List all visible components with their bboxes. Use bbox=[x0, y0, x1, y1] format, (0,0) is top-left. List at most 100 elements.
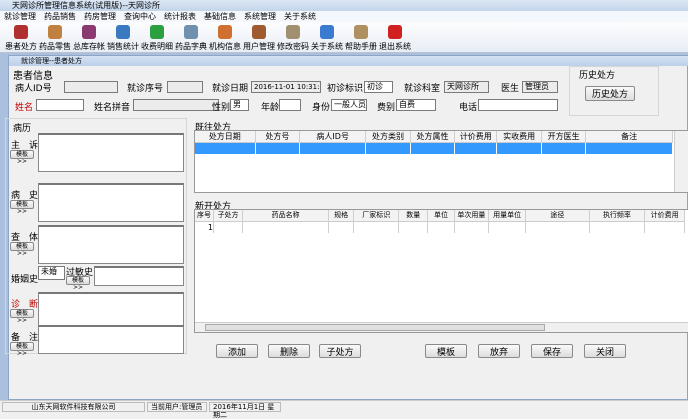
name-field[interactable] bbox=[36, 99, 84, 111]
exam-textarea[interactable] bbox=[38, 225, 184, 264]
column-header[interactable]: 计价费用 bbox=[644, 210, 685, 221]
add-button[interactable]: 添加 bbox=[216, 344, 258, 358]
menu-item[interactable]: 就诊管理 bbox=[0, 11, 40, 22]
column-header[interactable]: 实收费用 bbox=[496, 131, 542, 143]
new-grid-horizontal-scrollbar[interactable] bbox=[195, 322, 688, 332]
table-row-selected[interactable] bbox=[195, 142, 673, 154]
diagnosis-textarea[interactable] bbox=[38, 292, 184, 326]
column-header[interactable]: 执行频率 bbox=[589, 210, 646, 221]
status-user: 当前用户:管理员 bbox=[147, 402, 207, 412]
illness-template-button[interactable]: 模板>> bbox=[10, 200, 34, 215]
column-header[interactable]: 途径 bbox=[525, 210, 590, 221]
menu-bar: 就诊管理 药品销售 药房管理 查询中心 统计报表 基础信息 系统管理 关于系统 bbox=[0, 11, 688, 22]
phone-field[interactable] bbox=[478, 99, 558, 111]
column-header[interactable]: 厂家标识 bbox=[353, 210, 400, 221]
notes-textarea[interactable] bbox=[38, 325, 184, 354]
age-label: 年龄 bbox=[261, 103, 280, 113]
column-header[interactable]: 备注 bbox=[585, 131, 673, 143]
column-header[interactable]: 子处方 bbox=[213, 210, 244, 221]
pinyin-field[interactable] bbox=[133, 99, 219, 111]
column-header[interactable]: 处方类别 bbox=[365, 131, 411, 143]
table-cell[interactable] bbox=[589, 221, 646, 233]
toolbar-button[interactable]: 修改密码 bbox=[276, 22, 310, 53]
toolbar-button[interactable]: 患者处方 bbox=[4, 22, 38, 53]
fee-type-field[interactable]: 自费 bbox=[396, 99, 436, 111]
table-cell[interactable] bbox=[454, 221, 490, 233]
diagnosis-template-button[interactable]: 模板>> bbox=[10, 309, 34, 324]
column-header[interactable]: 单次用量 bbox=[454, 210, 490, 221]
table-cell[interactable] bbox=[427, 221, 455, 233]
question-icon bbox=[320, 25, 334, 39]
column-header[interactable]: 规格 bbox=[328, 210, 355, 221]
illness-textarea[interactable] bbox=[38, 183, 184, 222]
toolbar-button[interactable]: 药品零售 bbox=[38, 22, 72, 53]
toolbar-button[interactable]: 总库存帐 bbox=[72, 22, 106, 53]
column-header[interactable]: 数量 bbox=[398, 210, 429, 221]
toolbar-button[interactable]: 关于系统 bbox=[310, 22, 344, 53]
column-header[interactable]: 单位 bbox=[427, 210, 455, 221]
column-header[interactable]: 病人ID号 bbox=[299, 131, 367, 143]
age-field[interactable] bbox=[279, 99, 301, 111]
column-header[interactable]: 处方日期 bbox=[195, 131, 256, 143]
menu-item[interactable]: 查询中心 bbox=[120, 11, 160, 22]
visit-seq-field[interactable] bbox=[167, 81, 203, 93]
column-header[interactable]: 药品名称 bbox=[242, 210, 330, 221]
complaint-template-button[interactable]: 模板>> bbox=[10, 150, 34, 165]
patient-id-label: 病人ID号 bbox=[15, 84, 52, 94]
save-button[interactable]: 保存 bbox=[531, 344, 573, 358]
sex-field[interactable]: 男 bbox=[230, 99, 249, 111]
menu-item[interactable]: 关于系统 bbox=[280, 11, 320, 22]
allergy-template-button[interactable]: 模板>> bbox=[66, 276, 90, 291]
sub-prescription-button[interactable]: 子处方 bbox=[319, 344, 361, 358]
exam-template-button[interactable]: 模板>> bbox=[10, 242, 34, 257]
table-cell[interactable] bbox=[242, 221, 330, 233]
table-row[interactable]: 1 bbox=[195, 221, 685, 233]
toolbar-button[interactable]: 帮助手册 bbox=[344, 22, 378, 53]
template-button[interactable]: 模板 bbox=[425, 344, 467, 358]
identity-field[interactable]: 一般人员 bbox=[331, 99, 367, 111]
column-header[interactable]: 序号 bbox=[195, 210, 215, 221]
menu-item[interactable]: 药品销售 bbox=[40, 11, 80, 22]
table-cell bbox=[410, 142, 456, 154]
table-cell bbox=[255, 142, 301, 154]
visit-date-field[interactable]: 2016-11-01 10:31:31 bbox=[251, 81, 321, 93]
column-header[interactable]: 处方属性 bbox=[410, 131, 456, 143]
doctor-field[interactable]: 管理员 bbox=[522, 81, 558, 93]
history-prescription-button[interactable]: 历史处方 bbox=[585, 86, 635, 101]
table-cell[interactable] bbox=[398, 221, 429, 233]
toolbar-button[interactable]: 退出系统 bbox=[378, 22, 412, 53]
table-cell[interactable]: 1 bbox=[195, 221, 215, 233]
menu-item[interactable]: 系统管理 bbox=[240, 11, 280, 22]
toolbar-button[interactable]: 药品字典 bbox=[174, 22, 208, 53]
complaint-textarea[interactable] bbox=[38, 133, 184, 172]
table-cell[interactable] bbox=[525, 221, 590, 233]
toolbar-button[interactable]: 用户管理 bbox=[242, 22, 276, 53]
toolbar-button[interactable]: 销售统计 bbox=[106, 22, 140, 53]
scroll-thumb[interactable] bbox=[205, 324, 545, 331]
menu-item[interactable]: 基础信息 bbox=[200, 11, 240, 22]
patient-id-field[interactable] bbox=[64, 81, 118, 93]
dept-field[interactable]: 天网诊所 bbox=[444, 81, 489, 93]
table-cell[interactable] bbox=[353, 221, 400, 233]
visit-flag-field[interactable]: 初诊 bbox=[364, 81, 393, 93]
dollar-icon bbox=[150, 25, 164, 39]
delete-button[interactable]: 删除 bbox=[268, 344, 310, 358]
menu-item[interactable]: 统计报表 bbox=[160, 11, 200, 22]
table-cell[interactable] bbox=[488, 221, 527, 233]
notes-template-button[interactable]: 模板>> bbox=[10, 342, 34, 357]
column-header[interactable]: 处方号 bbox=[255, 131, 301, 143]
allergy-textarea[interactable] bbox=[94, 266, 184, 286]
marriage-field[interactable]: 未婚 bbox=[38, 266, 65, 280]
past-grid-scrollbar[interactable] bbox=[674, 131, 688, 192]
table-cell[interactable] bbox=[328, 221, 355, 233]
menu-item[interactable]: 药房管理 bbox=[80, 11, 120, 22]
toolbar-button[interactable]: 收费明细 bbox=[140, 22, 174, 53]
table-cell[interactable] bbox=[213, 221, 244, 233]
close-button[interactable]: 关闭 bbox=[584, 344, 626, 358]
discard-button[interactable]: 放弃 bbox=[478, 344, 520, 358]
column-header[interactable]: 开方医生 bbox=[541, 131, 587, 143]
column-header[interactable]: 用量单位 bbox=[488, 210, 527, 221]
table-cell[interactable] bbox=[644, 221, 685, 233]
toolbar-button[interactable]: 机构信息 bbox=[208, 22, 242, 53]
column-header[interactable]: 计价费用 bbox=[454, 131, 498, 143]
